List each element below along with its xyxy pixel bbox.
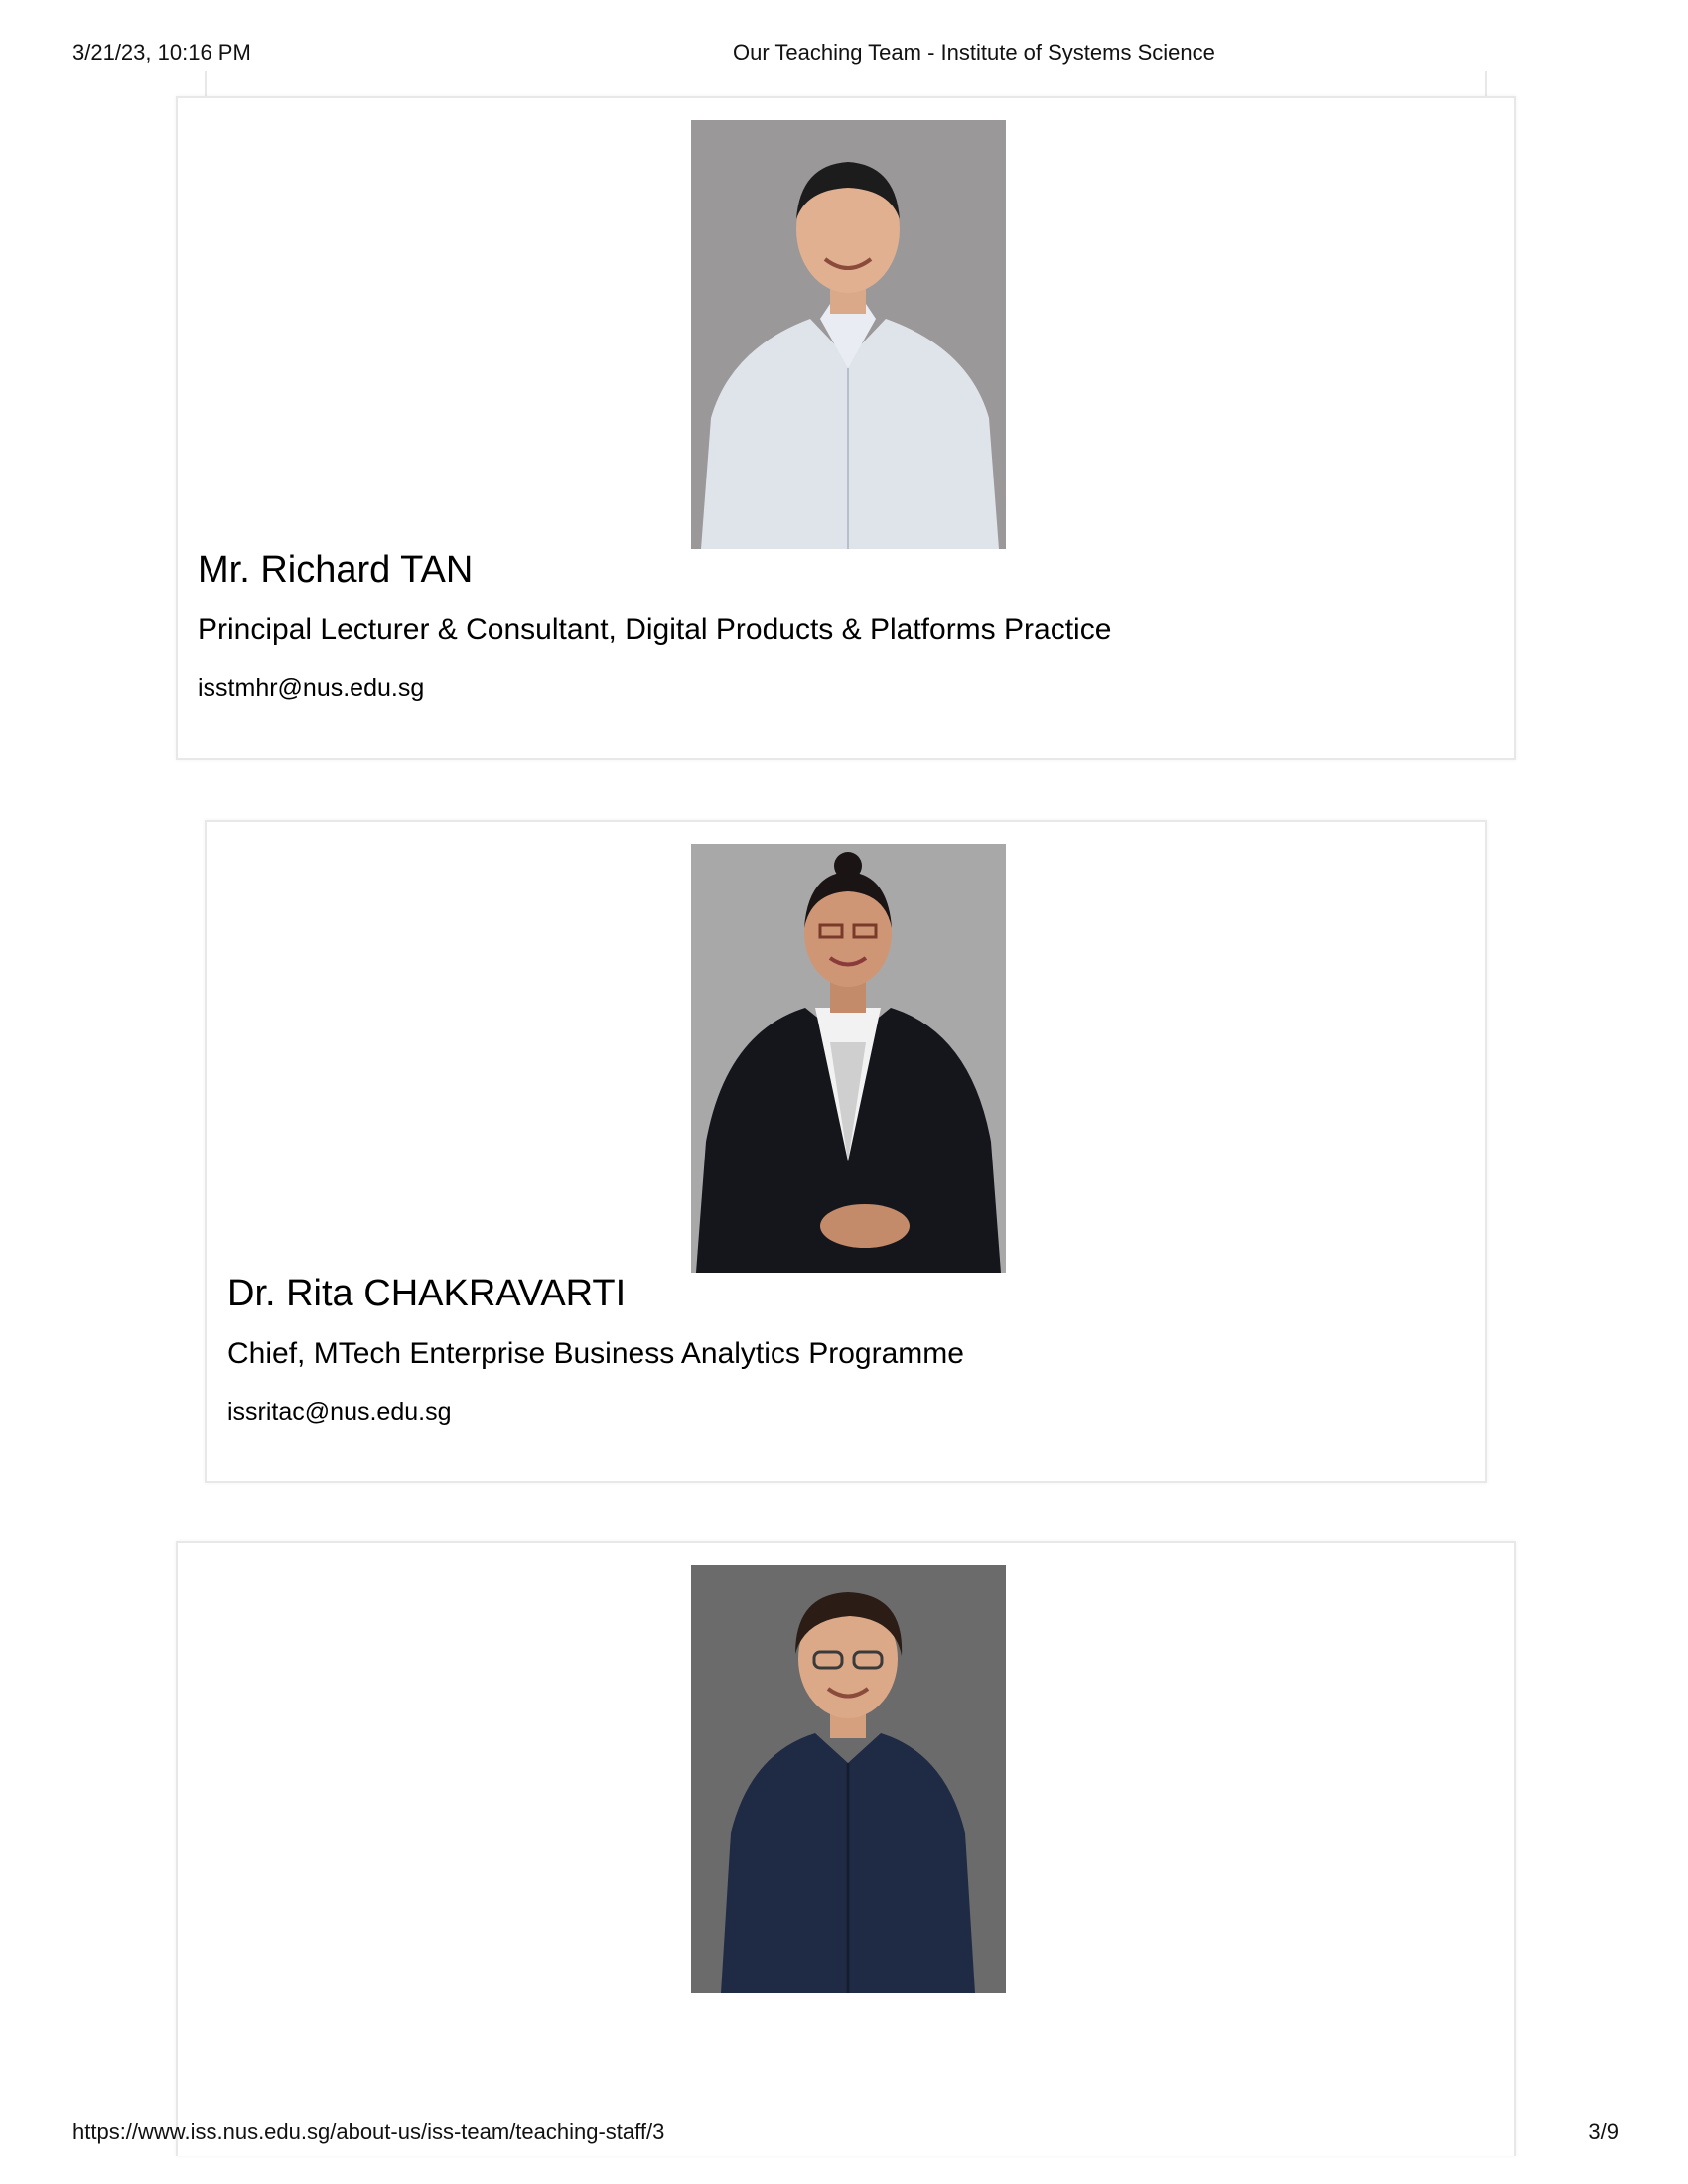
staff-role: Principal Lecturer & Consultant, Digital…	[198, 614, 1112, 646]
staff-name: Mr. Richard TAN	[198, 549, 474, 591]
staff-email[interactable]: issritac@nus.edu.sg	[227, 1398, 451, 1427]
staff-photo	[691, 844, 1006, 1273]
print-datetime: 3/21/23, 10:16 PM	[72, 40, 251, 65]
print-url[interactable]: https://www.iss.nus.edu.sg/about-us/iss-…	[72, 2119, 664, 2145]
previous-card-edge	[205, 71, 1487, 97]
print-page-number: 3/9	[1588, 2119, 1618, 2144]
staff-email[interactable]: isstmhr@nus.edu.sg	[198, 674, 424, 703]
staff-card: Mr. Richard TAN Principal Lecturer & Con…	[176, 96, 1516, 760]
staff-photo	[691, 1565, 1006, 1993]
staff-name: Dr. Rita CHAKRAVARTI	[227, 1273, 627, 1314]
staff-card	[176, 1541, 1516, 2156]
staff-photo	[691, 120, 1006, 549]
staff-card: Dr. Rita CHAKRAVARTI Chief, MTech Enterp…	[205, 820, 1487, 1483]
print-page-title: Our Teaching Team - Institute of Systems…	[733, 40, 1215, 65]
staff-role: Chief, MTech Enterprise Business Analyti…	[227, 1337, 964, 1370]
